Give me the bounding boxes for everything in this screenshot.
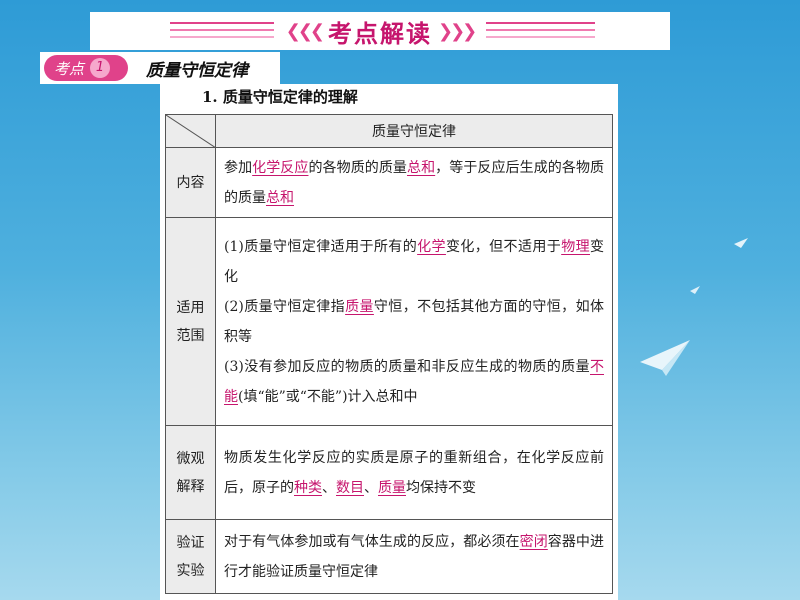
answer-highlight: 数目 [336,479,364,496]
banner: ❮❮❮ 考点解读 ❯❯❯ [90,12,670,50]
row-text: 的各物质的质量 [308,159,408,176]
paper-plane-small-icon [690,286,700,294]
answer-highlight: 质量 [378,479,406,496]
row-text: (填“能”或“不能”)计入总和中 [238,388,418,405]
section-title: 质量守恒定律 [146,60,248,81]
answer-highlight: 种类 [294,479,322,496]
answer-highlight: 质量 [345,298,374,315]
banner-title-box: ❮❮❮ 考点解读 ❯❯❯ [273,13,487,49]
banner-title: 考点解读 [328,19,432,48]
row-label-text: 微观解释 [176,450,205,495]
table-corner [165,114,216,148]
row-text: 、 [322,479,336,496]
section-header: 考点 1 质量守恒定律 [40,52,280,84]
row-text: (1)质量守恒定律适用于所有的 [224,238,418,255]
section-badge: 考点 1 [44,55,128,81]
answer-highlight: 化学反应 [252,159,309,176]
law-table: 质量守恒定律 内容 参加化学反应的各物质的质量总和，等于反应后生成的各物质的质量… [165,114,613,594]
row-label: 微观解释 [165,425,216,520]
chevron-right-icon: ❯❯❯ [438,20,477,42]
row-label-text: 适用范围 [176,299,205,344]
row-text: (3)没有参加反应的物质的质量和非反应生成的物质的质量 [224,358,590,375]
answer-highlight: 密闭 [519,533,548,550]
row-content: (1)质量守恒定律适用于所有的化学变化，但不适用于物理变化 (2)质量守恒定律指质… [215,217,613,426]
row-text: 对于有气体参加或有气体生成的反应，都必须在 [224,533,520,550]
section-badge-number: 1 [90,58,111,78]
paper-plane-small-icon [734,238,748,248]
chevron-left-icon: ❮❮❮ [285,20,325,42]
row-content: 对于有气体参加或有气体生成的反应，都必须在密闭容器中进行才能验证质量守恒定律 [215,519,613,594]
table-row: 内容 参加化学反应的各物质的质量总和，等于反应后生成的各物质的质量总和 [165,147,613,218]
row-label: 内容 [165,147,216,218]
table-row: 微观解释 物质发生化学反应的实质是原子的重新组合，在化学反应前后，原子的种类、数… [165,425,613,520]
subheading: 1. 质量守恒定律的理解 [202,88,358,106]
table-header-row: 质量守恒定律 [165,114,613,148]
row-label: 验证实验 [165,519,216,594]
answer-highlight: 化学 [417,238,446,255]
answer-highlight: 物理 [561,238,590,255]
table-row: 验证实验 对于有气体参加或有气体生成的反应，都必须在密闭容器中进行才能验证质量守… [165,519,613,594]
answer-highlight: 总和 [407,159,436,176]
row-text: 参加 [224,159,253,176]
row-label: 适用范围 [165,217,216,426]
row-content: 物质发生化学反应的实质是原子的重新组合，在化学反应前后，原子的种类、数目、质量均… [215,425,613,520]
row-text: 均保持不变 [406,479,476,496]
paper-plane-icon [640,340,690,376]
answer-highlight: 总和 [266,189,294,206]
row-text: 变化，但不适用于 [445,238,562,255]
section-badge-label: 考点 [54,59,85,78]
row-text: 、 [364,479,378,496]
row-label-text: 验证实验 [176,534,205,579]
table-header: 质量守恒定律 [215,114,613,148]
content-panel: 1. 质量守恒定律的理解 质量守恒定律 内容 参加化学反应的各物质的质量总和，等… [160,84,618,600]
row-text: (2)质量守恒定律指 [224,298,346,315]
table-row: 适用范围 (1)质量守恒定律适用于所有的化学变化，但不适用于物理变化 (2)质量守… [165,217,613,426]
row-content: 参加化学反应的各物质的质量总和，等于反应后生成的各物质的质量总和 [215,147,613,218]
